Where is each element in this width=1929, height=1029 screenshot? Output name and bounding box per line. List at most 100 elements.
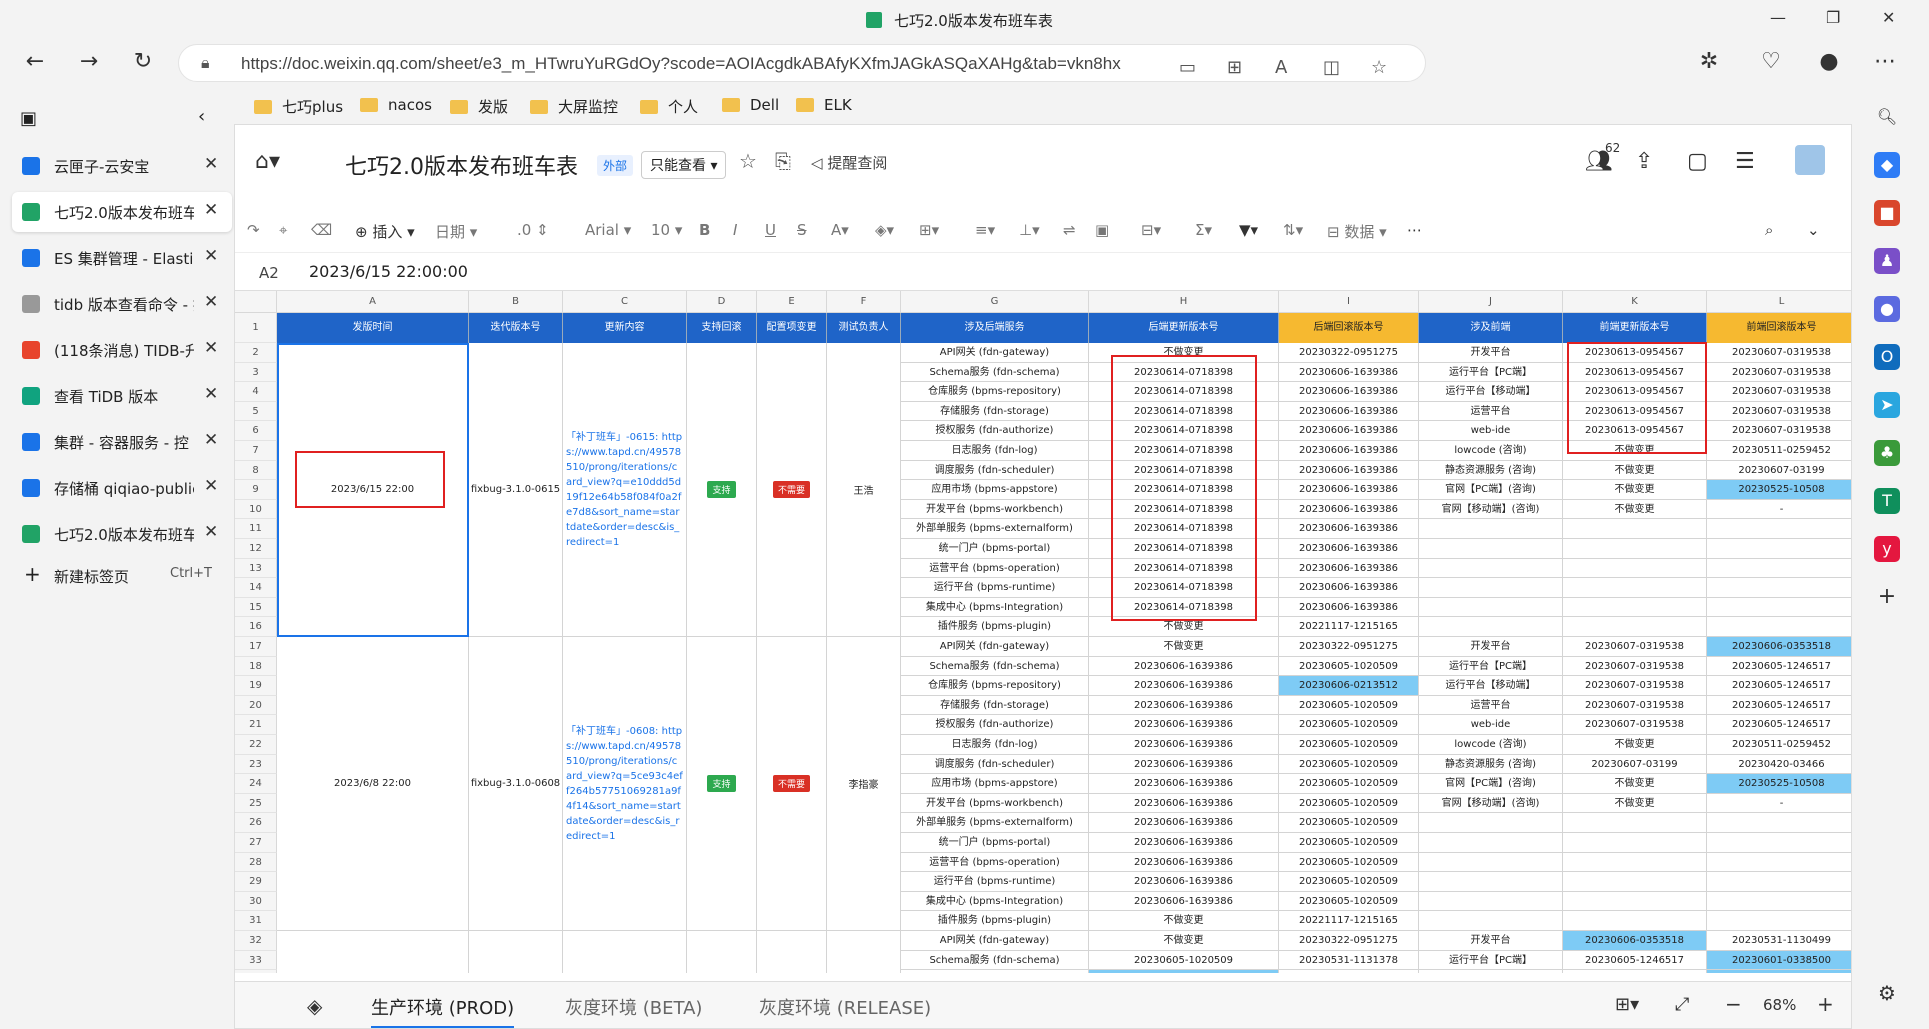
more-tools-icon[interactable]: ⋯ xyxy=(1407,221,1422,239)
table-cell[interactable]: 20221117-1215165 xyxy=(1279,617,1419,637)
read-aloud-icon[interactable]: A xyxy=(1275,57,1287,78)
table-cell[interactable]: 20230614-0718398 xyxy=(1089,558,1279,579)
table-cell[interactable]: 20230605-1246517 xyxy=(1707,676,1851,696)
table-cell[interactable] xyxy=(1707,578,1851,598)
find-icon[interactable]: ⌕ xyxy=(1765,221,1773,239)
table-cell[interactable]: 20230601-0338500 xyxy=(1707,970,1851,973)
table-cell[interactable]: 20230614-0718398 xyxy=(1089,421,1279,441)
bookmark-folder[interactable]: ELK xyxy=(796,96,852,114)
sheet-tab-beta[interactable]: 灰度环境 (BETA) xyxy=(565,994,702,1020)
table-cell[interactable]: 20230606-1639386 xyxy=(1279,539,1419,559)
table-cell[interactable]: 20230511-0259452 xyxy=(1707,441,1851,461)
table-cell[interactable]: 20230606-1639386 xyxy=(1279,558,1419,579)
row-header[interactable]: 21 xyxy=(235,715,277,735)
table-cell[interactable]: 运行平台 (bpms-runtime) xyxy=(901,578,1089,598)
rollback-cell[interactable]: 支持 xyxy=(687,343,757,637)
comment-icon[interactable]: ▢ xyxy=(1687,149,1708,174)
table-cell[interactable]: 开发平台 (bpms-workbench) xyxy=(901,793,1089,814)
table-cell[interactable]: 静态资源服务 (咨询) xyxy=(1419,460,1563,481)
table-cell[interactable] xyxy=(1419,558,1563,579)
table-cell[interactable]: 20230614-0718398 xyxy=(1089,499,1279,520)
column-header[interactable]: J xyxy=(1419,291,1563,313)
table-cell[interactable]: 运行平台【PC端】 xyxy=(1419,656,1563,677)
table-cell[interactable]: 日志服务 (fdn-log) xyxy=(901,441,1089,461)
table-cell[interactable]: 20230531-1131378 xyxy=(1279,950,1419,971)
wrap-icon[interactable]: ⇌ xyxy=(1063,221,1076,239)
new-tab-button[interactable]: + 新建标签页 Ctrl+T xyxy=(12,556,232,596)
grid-view-icon[interactable]: ⊞▾ xyxy=(1615,994,1639,1015)
tester-cell[interactable]: 李指豪 xyxy=(827,637,901,931)
table-cell[interactable]: - xyxy=(1707,500,1851,520)
table-cell[interactable]: API网关 (fdn-gateway) xyxy=(901,637,1089,657)
t-app-icon[interactable]: T xyxy=(1874,488,1900,514)
cast-icon[interactable]: ▭ xyxy=(1179,57,1196,78)
table-cell[interactable]: 不做变更 xyxy=(1563,441,1707,461)
table-cell[interactable]: 20230605-1020509 xyxy=(1279,833,1419,853)
row-header[interactable]: 3 xyxy=(235,362,277,383)
zoom-out-icon[interactable]: − xyxy=(1725,992,1742,1016)
table-cell[interactable]: 20230607-0319538 xyxy=(1707,363,1851,383)
table-cell[interactable] xyxy=(1419,539,1563,559)
bookmark-folder[interactable]: 个人 xyxy=(640,96,698,117)
table-cell[interactable] xyxy=(1563,578,1707,598)
table-cell[interactable]: web-ide xyxy=(1419,421,1563,441)
table-cell[interactable]: 开发平台 xyxy=(1419,343,1563,363)
version-cell[interactable]: fixbug-3.1.0-0615 xyxy=(469,343,563,637)
table-cell[interactable]: 20230606-1639386 xyxy=(1089,891,1279,912)
table-cell[interactable]: 20230607-0319538 xyxy=(1563,695,1707,716)
table-cell[interactable] xyxy=(1563,833,1707,853)
table-cell[interactable]: 20230606-1639386 xyxy=(1089,872,1279,892)
strikethrough-icon[interactable]: S xyxy=(797,221,807,239)
row-header[interactable]: 27 xyxy=(235,833,277,853)
table-cell[interactable]: 运行平台 (bpms-runtime) xyxy=(901,872,1089,892)
table-cell[interactable]: 20230614-0718398 xyxy=(1089,539,1279,559)
restore-icon[interactable]: ❐ xyxy=(1826,8,1840,27)
italic-icon[interactable]: I xyxy=(733,221,737,239)
table-cell[interactable] xyxy=(1707,559,1851,579)
star-icon[interactable]: ☆ xyxy=(739,149,757,173)
more-menu-icon[interactable]: ⋯ xyxy=(1870,49,1900,74)
table-cell[interactable]: 20230605-1020509 xyxy=(1279,793,1419,814)
table-cell[interactable]: 官网【PC端】(咨询) xyxy=(1419,774,1563,794)
group-cell[interactable] xyxy=(469,931,563,973)
version-cell[interactable]: fixbug-3.1.0-0608 xyxy=(469,637,563,931)
table-cell[interactable]: API网关 (fdn-gateway) xyxy=(901,931,1089,951)
group-cell[interactable] xyxy=(757,931,827,973)
table-cell[interactable] xyxy=(1563,597,1707,618)
tab-actions-icon[interactable]: ▣ xyxy=(20,108,37,129)
table-cell[interactable]: 20230606-1639386 xyxy=(1089,774,1279,794)
table-cell[interactable]: 20230605-1246517 xyxy=(1707,657,1851,677)
remind-button[interactable]: ◁ 提醒查阅 xyxy=(811,152,887,173)
table-cell[interactable]: 20230605-1020509 xyxy=(1279,735,1419,755)
font-family-dropdown[interactable]: Arial ▾ xyxy=(585,221,631,239)
table-cell[interactable]: 20230531-1131378 xyxy=(1279,970,1419,973)
table-cell[interactable]: 授权服务 (fdn-authorize) xyxy=(901,421,1089,441)
table-cell[interactable]: 运营平台 xyxy=(1419,401,1563,422)
table-cell[interactable] xyxy=(1707,892,1851,912)
row-header[interactable]: 5 xyxy=(235,401,277,422)
table-cell[interactable]: 存储服务 (fdn-storage) xyxy=(901,401,1089,422)
table-cell[interactable]: 统一门户 (bpms-portal) xyxy=(901,539,1089,559)
table-cell[interactable]: 不做变更 xyxy=(1563,735,1707,755)
table-cell[interactable]: 20230605-1020509 xyxy=(1279,852,1419,873)
table-cell[interactable] xyxy=(1419,833,1563,853)
table-cell[interactable]: 20230606-1639386 xyxy=(1089,676,1279,696)
table-cell[interactable]: 调度服务 (fdn-scheduler) xyxy=(901,754,1089,775)
column-header[interactable]: C xyxy=(563,291,687,313)
table-cell[interactable]: 20230605-1020509 xyxy=(1089,950,1279,971)
row-header[interactable]: 28 xyxy=(235,852,277,873)
table-cell[interactable]: 20230606-1639386 xyxy=(1279,382,1419,402)
favorite-star-icon[interactable]: ☆ xyxy=(1371,57,1387,78)
table-cell[interactable]: 运行平台【移动端】 xyxy=(1419,676,1563,696)
row-header[interactable]: 4 xyxy=(235,382,277,402)
table-cell[interactable]: 仓库服务 (bpms-repository) xyxy=(901,676,1089,696)
table-cell[interactable]: 20230531-1130499 xyxy=(1707,931,1851,951)
column-header[interactable]: H xyxy=(1089,291,1279,313)
row-header[interactable]: 24 xyxy=(235,774,277,794)
table-cell[interactable] xyxy=(1419,578,1563,598)
table-cell[interactable]: 20230606-0353518 xyxy=(1563,931,1707,951)
table-cell[interactable]: 20230607-0319538 xyxy=(1563,656,1707,677)
table-cell[interactable]: 20230511-0259452 xyxy=(1707,735,1851,755)
table-cell[interactable] xyxy=(1707,813,1851,833)
apps-icon[interactable]: ⊞ xyxy=(1227,57,1242,78)
